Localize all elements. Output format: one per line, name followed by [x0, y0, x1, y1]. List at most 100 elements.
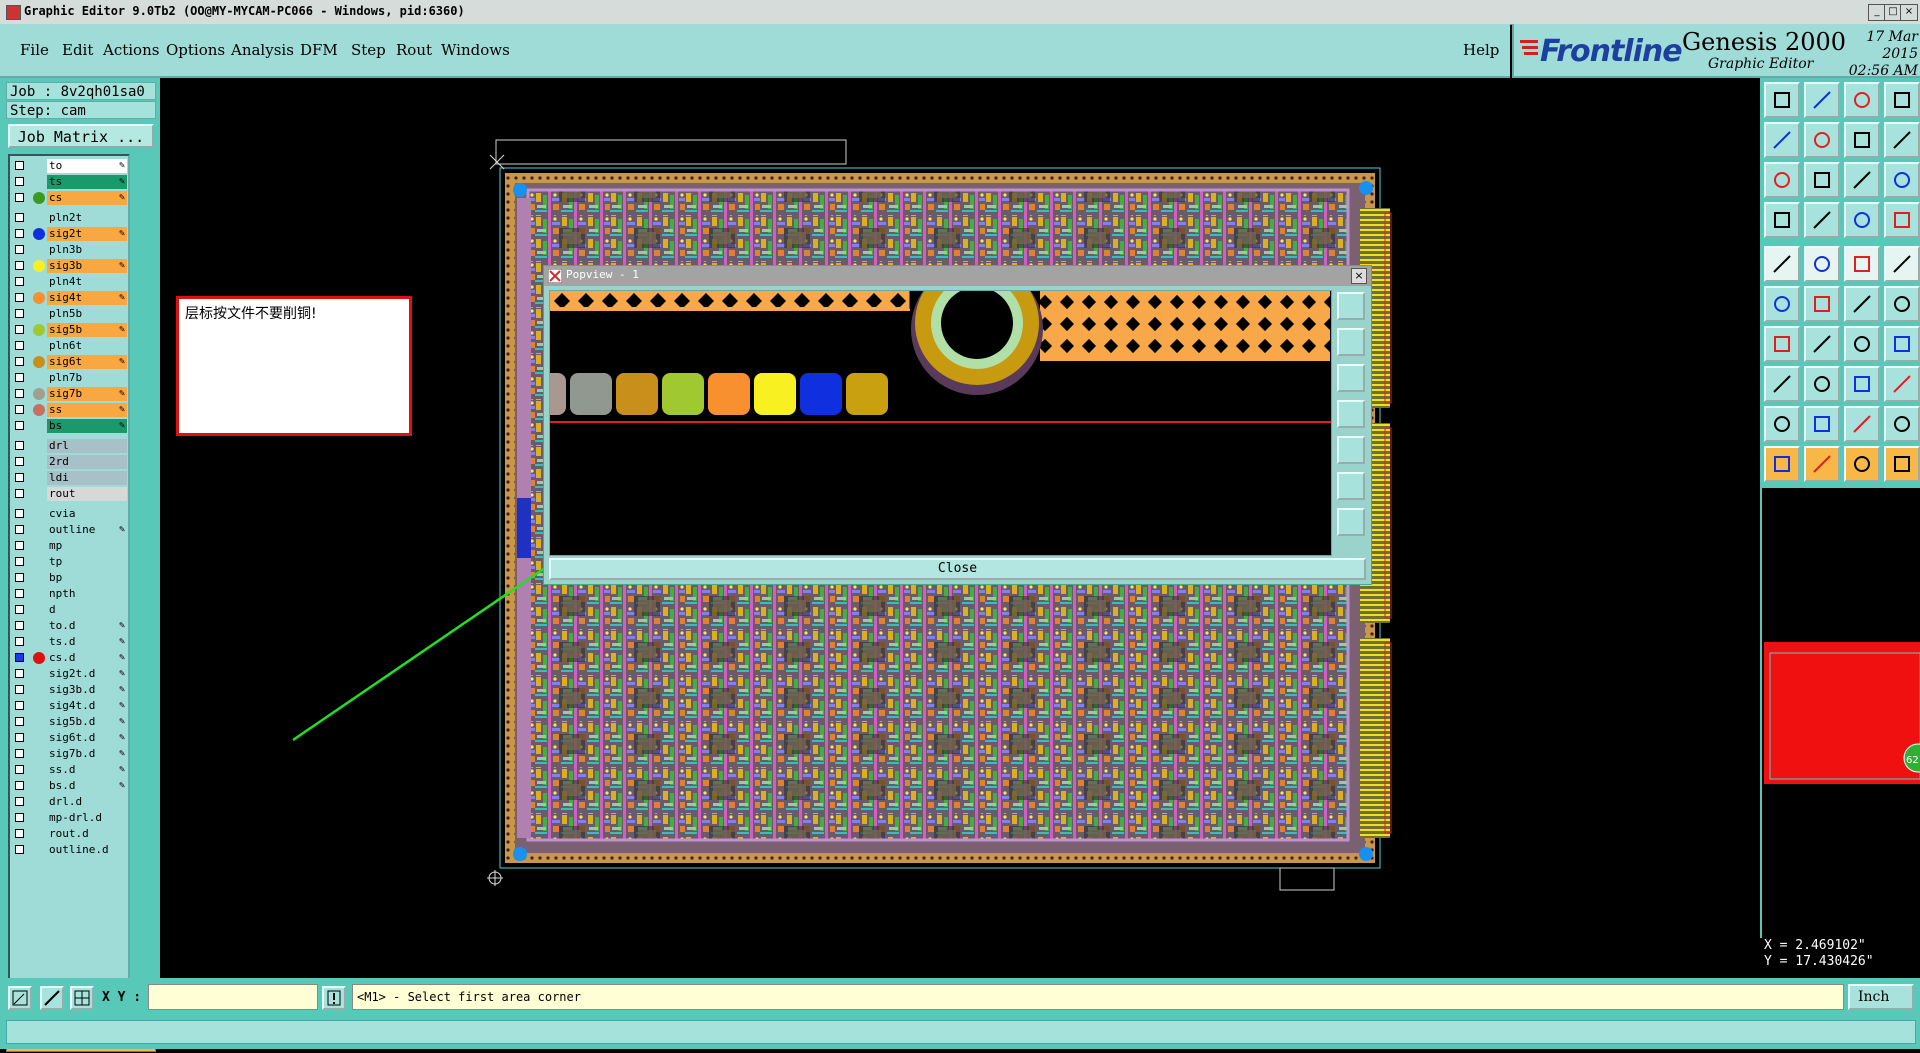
layer-checkbox[interactable]: [15, 389, 24, 398]
surface-icon[interactable]: [1844, 406, 1880, 442]
layer-row-outline-d[interactable]: outline.d: [12, 843, 128, 857]
layer-row-ss[interactable]: ss ✎: [12, 403, 128, 417]
layer-color-dot[interactable]: [33, 324, 45, 336]
layer-checkbox[interactable]: [15, 357, 24, 366]
layer-checkbox[interactable]: [15, 261, 24, 270]
layer-name[interactable]: pln6t: [47, 339, 127, 353]
layer-row-cs[interactable]: cs ✎: [12, 191, 128, 205]
layer-row-to[interactable]: to ✎: [12, 159, 128, 173]
unit-selector[interactable]: Inch: [1848, 984, 1914, 1010]
angle-icon[interactable]: [1844, 286, 1880, 322]
layer-row-sig2t-d[interactable]: sig2t.d ✎: [12, 667, 128, 681]
layer-name[interactable]: ss.d ✎: [47, 763, 127, 777]
layer-checkbox[interactable]: [15, 669, 24, 678]
layer-name[interactable]: mp-drl.d: [47, 811, 127, 825]
layer-name[interactable]: d: [47, 603, 127, 617]
menu-options[interactable]: Options: [166, 41, 225, 59]
menu-windows[interactable]: Windows: [441, 41, 510, 59]
layer-checkbox[interactable]: [15, 457, 24, 466]
layer-name[interactable]: ldi: [47, 471, 127, 485]
layer-row-d[interactable]: d: [12, 603, 128, 617]
layer-name[interactable]: sig2t.d ✎: [47, 667, 127, 681]
layer-name[interactable]: cs ✎: [47, 191, 127, 205]
layer-name[interactable]: rout: [47, 487, 127, 501]
layer-row-sig6t-d[interactable]: sig6t.d ✎: [12, 731, 128, 745]
layer-row-ss-d[interactable]: ss.d ✎: [12, 763, 128, 777]
layer-checkbox[interactable]: [15, 309, 24, 318]
grid-tool-icon[interactable]: [70, 986, 94, 1010]
layer-color-dot[interactable]: [33, 356, 45, 368]
layer-row-sig3b[interactable]: sig3b ✎: [12, 259, 128, 273]
layer-checkbox[interactable]: [15, 637, 24, 646]
layer-color-dot[interactable]: [33, 652, 45, 664]
undo-icon[interactable]: [1844, 122, 1880, 158]
layer-checkbox[interactable]: [15, 489, 24, 498]
segment-icon[interactable]: [1884, 286, 1920, 322]
layer-checkbox[interactable]: [15, 557, 24, 566]
menu-help[interactable]: Help: [1463, 41, 1499, 59]
measure-icon[interactable]: [1844, 366, 1880, 402]
layer-checkbox[interactable]: [15, 245, 24, 254]
zoom-icon[interactable]: [1804, 162, 1840, 198]
pointer-icon[interactable]: [1764, 446, 1800, 482]
align-icon[interactable]: [1804, 366, 1840, 402]
layer-row-ts-d[interactable]: ts.d ✎: [12, 635, 128, 649]
layer-name[interactable]: sig3b ✎: [47, 259, 127, 273]
layer-name[interactable]: ts.d ✎: [47, 635, 127, 649]
draw-icon[interactable]: [1764, 326, 1800, 362]
alert-icon[interactable]: [322, 986, 346, 1010]
job-matrix-button[interactable]: Job Matrix ...: [8, 124, 154, 148]
layer-row-ts[interactable]: ts ✎: [12, 175, 128, 189]
select-tool-icon[interactable]: [8, 986, 32, 1010]
layer-checkbox[interactable]: [15, 293, 24, 302]
layer-row-tp[interactable]: tp: [12, 555, 128, 569]
layer-checkbox[interactable]: [15, 749, 24, 758]
layer-row-sig6t[interactable]: sig6t ✎: [12, 355, 128, 369]
layer-row-ldi[interactable]: ldi: [12, 471, 128, 485]
layer-name[interactable]: sig4t ✎: [47, 291, 127, 305]
layer-name[interactable]: rout.d: [47, 827, 127, 841]
layer-checkbox[interactable]: [15, 177, 24, 186]
layer-row-to-d[interactable]: to.d ✎: [12, 619, 128, 633]
layer-checkbox[interactable]: [15, 621, 24, 630]
layer-row-drl-d[interactable]: drl.d: [12, 795, 128, 809]
layer-checkbox[interactable]: [15, 813, 24, 822]
cross-icon[interactable]: [1804, 286, 1840, 322]
pointer-select-icon[interactable]: [1804, 446, 1840, 482]
triangle-icon[interactable]: [1764, 406, 1800, 442]
close-window-button[interactable]: ×: [1900, 4, 1918, 21]
layer-checkbox[interactable]: [15, 589, 24, 598]
layer-checkbox[interactable]: [15, 161, 24, 170]
menu-rout[interactable]: Rout: [396, 41, 432, 59]
layer-name[interactable]: sig2t ✎: [47, 227, 127, 241]
layer-row-npth[interactable]: npth: [12, 587, 128, 601]
layer-checkbox[interactable]: [15, 441, 24, 450]
menu-file[interactable]: File: [20, 41, 49, 59]
help-icon[interactable]: [1884, 162, 1920, 198]
layer-checkbox[interactable]: [15, 193, 24, 202]
layer-checkbox[interactable]: [15, 765, 24, 774]
layer-name[interactable]: 2rd: [47, 455, 127, 469]
popview-close-button[interactable]: Close: [549, 558, 1366, 580]
popview-center-icon[interactable]: [1337, 508, 1365, 536]
layer-checkbox[interactable]: [15, 717, 24, 726]
open-icon[interactable]: [1764, 82, 1800, 118]
layer-name[interactable]: drl: [47, 439, 127, 453]
layer-name[interactable]: to ✎: [47, 159, 127, 173]
layer-name[interactable]: sig7b ✎: [47, 387, 127, 401]
fit-screen-icon[interactable]: [1764, 162, 1800, 198]
polygon-icon[interactable]: [1804, 406, 1840, 442]
minimap[interactable]: 62: [1762, 488, 1920, 938]
feature-icon[interactable]: [1804, 202, 1840, 238]
layer-color-dot[interactable]: [33, 260, 45, 272]
layer-checkbox[interactable]: [15, 405, 24, 414]
scale-icon[interactable]: [1844, 162, 1880, 198]
move-left-icon[interactable]: [1764, 122, 1800, 158]
menu-edit[interactable]: Edit: [62, 41, 93, 59]
layer-row-sig5b-d[interactable]: sig5b.d ✎: [12, 715, 128, 729]
layer-name[interactable]: sig6t.d ✎: [47, 731, 127, 745]
layer-row-sig4t-d[interactable]: sig4t.d ✎: [12, 699, 128, 713]
layer-color-dot[interactable]: [33, 292, 45, 304]
layer-name[interactable]: to.d ✎: [47, 619, 127, 633]
layer-row-outline[interactable]: outline ✎: [12, 523, 128, 537]
